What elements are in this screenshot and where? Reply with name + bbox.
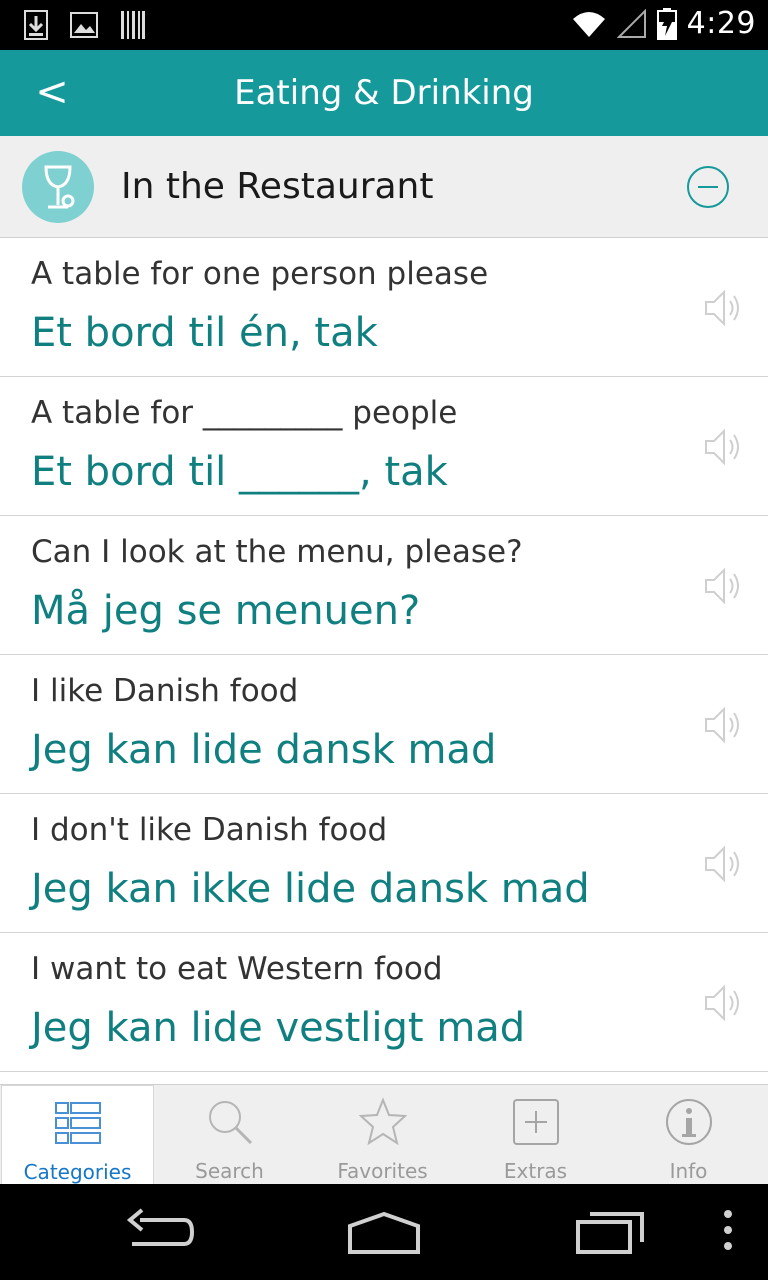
tab-info[interactable]: Info <box>612 1085 765 1185</box>
search-icon <box>208 1101 252 1145</box>
section-header[interactable]: In the Restaurant <box>0 136 768 238</box>
wine-glass-icon <box>22 151 94 223</box>
phrase-list: A table for one person please Et bord ti… <box>0 238 768 1084</box>
page-title: Eating & Drinking <box>234 73 534 113</box>
speaker-icon[interactable] <box>702 564 746 608</box>
section-title: In the Restaurant <box>121 166 434 207</box>
tab-label: Info <box>669 1159 708 1183</box>
speaker-icon[interactable] <box>702 842 746 886</box>
status-time: 4:29 <box>686 6 756 41</box>
phrase-row[interactable]: A table for _________ people Et bord til… <box>0 377 768 516</box>
speaker-icon[interactable] <box>702 981 746 1025</box>
tab-extras[interactable]: Extras <box>459 1085 612 1185</box>
phrase-row[interactable]: I don't like Danish food Jeg kan ikke li… <box>0 794 768 933</box>
phrase-english: I like Danish food <box>31 673 299 709</box>
phrase-english: A table for one person please <box>31 256 489 292</box>
status-bar: 4:29 <box>0 0 768 50</box>
phrase-danish: Må jeg se menuen? <box>31 588 421 634</box>
signal-icon <box>616 8 646 38</box>
tab-label: Favorites <box>337 1159 428 1183</box>
nav-home-icon[interactable] <box>346 1206 422 1258</box>
tab-categories[interactable]: Categories <box>1 1085 154 1185</box>
plus-box-icon <box>512 1099 559 1145</box>
tab-label: Search <box>195 1159 264 1183</box>
tab-search[interactable]: Search <box>153 1085 306 1185</box>
phrase-english: I want to eat Western food <box>31 951 443 987</box>
info-icon <box>665 1099 712 1145</box>
phrase-row[interactable]: I want to eat Western food Jeg kan lide … <box>0 933 768 1072</box>
phrase-row[interactable]: I like Danish food Jeg kan lide dansk ma… <box>0 655 768 794</box>
phrase-danish: Et bord til ______, tak <box>31 449 448 495</box>
minus-circle-icon[interactable] <box>686 165 730 209</box>
app-bar: Eating & Drinking < <box>0 50 768 136</box>
phrase-danish: Jeg kan lide dansk mad <box>31 727 497 773</box>
speaker-icon[interactable] <box>702 703 746 747</box>
categories-icon <box>54 1102 101 1144</box>
nav-recents-icon[interactable] <box>574 1206 646 1258</box>
phrase-danish: Et bord til én, tak <box>31 310 378 356</box>
phrase-english: Can I look at the menu, please? <box>31 534 523 570</box>
phrase-row[interactable]: A table for one person please Et bord ti… <box>0 238 768 377</box>
system-nav-bar <box>0 1184 768 1280</box>
phrase-english: I don't like Danish food <box>31 812 388 848</box>
nav-menu-icon[interactable] <box>718 1206 738 1258</box>
nav-back-icon[interactable] <box>124 1206 196 1258</box>
phrase-danish: Jeg kan ikke lide dansk mad <box>31 866 590 912</box>
tab-label: Categories <box>23 1160 132 1184</box>
image-icon <box>70 12 98 38</box>
phrase-row[interactable]: Can I look at the menu, please? Må jeg s… <box>0 516 768 655</box>
back-button[interactable]: < <box>22 62 82 122</box>
barcode-icon <box>121 11 145 39</box>
download-icon <box>24 10 48 40</box>
speaker-icon[interactable] <box>702 425 746 469</box>
phrase-english: A table for _________ people <box>31 395 458 431</box>
tab-favorites[interactable]: Favorites <box>306 1085 459 1185</box>
star-icon <box>358 1097 407 1146</box>
wifi-icon <box>572 11 605 37</box>
speaker-icon[interactable] <box>702 286 746 330</box>
battery-charging-icon <box>656 7 677 40</box>
phrase-danish: Jeg kan lide vestligt mad <box>31 1005 526 1051</box>
bottom-tab-bar: Categories Search Favorites Extras Info <box>0 1084 768 1185</box>
tab-label: Extras <box>503 1159 568 1183</box>
